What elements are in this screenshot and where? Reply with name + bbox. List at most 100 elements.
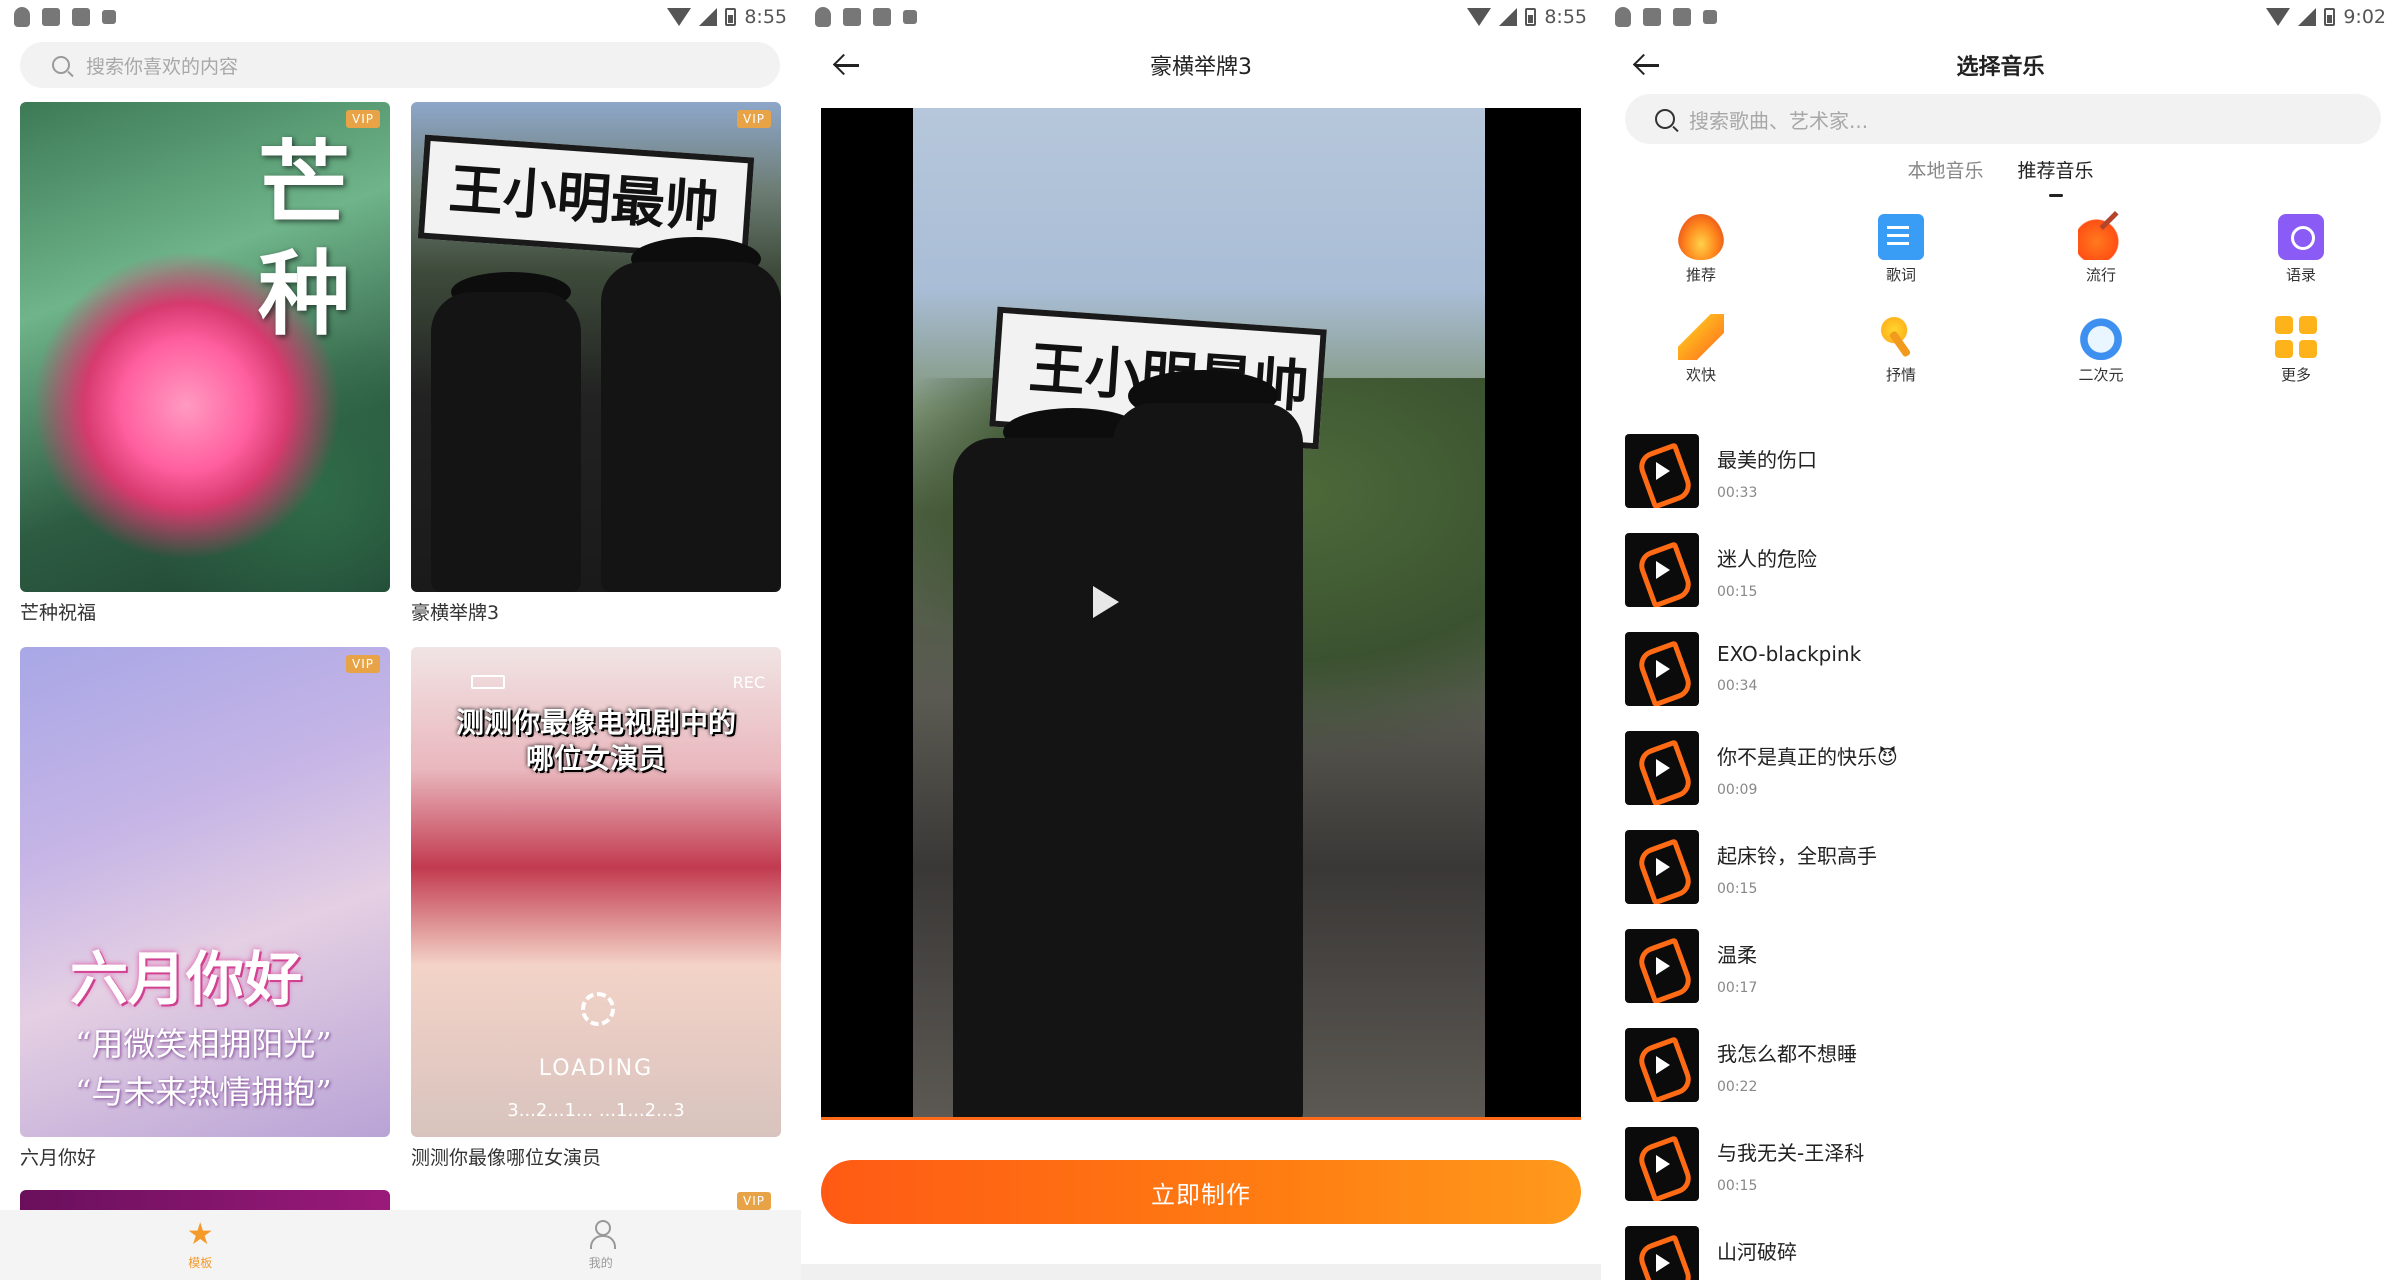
- star-icon: ★: [186, 1216, 214, 1252]
- template-title: 六月你好: [20, 1147, 97, 1169]
- song-row[interactable]: 你不是真正的快乐😈 00:09: [1625, 731, 2385, 830]
- music-search-bar[interactable]: 搜索歌曲、艺术家...: [1625, 94, 2381, 144]
- template-list-screen: 8:55 搜索你喜欢的内容 VIP 芒 种 芒种祝福 VIP 王小明最帅 豪横举…: [0, 0, 801, 1280]
- music-note-icon: [1625, 731, 1699, 805]
- music-note-icon: [1625, 434, 1699, 508]
- wifi-icon: [667, 8, 692, 26]
- music-note-icon: [1625, 1226, 1699, 1280]
- song-name: 温柔: [1717, 943, 1757, 967]
- top-bar: 豪横举牌3: [801, 34, 1601, 96]
- song-name: 最美的伤口: [1717, 448, 1817, 472]
- song-row[interactable]: EXO-blackpink 00:34: [1625, 632, 2385, 731]
- category-recommend[interactable]: 推荐: [1651, 214, 1751, 285]
- song-row[interactable]: 迷人的危险 00:15: [1625, 533, 2385, 632]
- notification-icon: [102, 10, 116, 24]
- back-arrow-icon[interactable]: [1633, 52, 1659, 78]
- microphone-icon: [1878, 314, 1924, 360]
- song-name: 迷人的危险: [1717, 547, 1817, 571]
- template-title: 芒种祝福: [20, 602, 97, 624]
- song-row[interactable]: 山河破碎: [1625, 1226, 2385, 1280]
- song-name: 起床铃，全职高手: [1717, 844, 1877, 868]
- search-icon: [52, 56, 70, 74]
- song-duration: 00:09: [1717, 782, 1758, 798]
- song-duration: 00:17: [1717, 980, 1758, 996]
- tab-mine[interactable]: 我的: [401, 1210, 802, 1280]
- category-label: 流行: [2085, 266, 2116, 284]
- category-anime[interactable]: 二次元: [2051, 314, 2151, 385]
- video-player[interactable]: 王小明最帅: [821, 108, 1581, 1120]
- category-quotes[interactable]: 语录: [2251, 214, 2351, 285]
- battery-icon: [2324, 8, 2336, 26]
- template-card[interactable]: REC 测测你最像电视剧中的 哪位女演员 LOADING 3...2...1..…: [411, 647, 781, 1170]
- template-thumbnail: VIP 六月你好 “用微笑相拥阳光” “与未来热情拥抱”: [20, 647, 390, 1137]
- template-thumbnail: REC 测测你最像电视剧中的 哪位女演员 LOADING 3...2...1..…: [411, 647, 781, 1137]
- tab-label: 模板: [188, 1255, 213, 1270]
- quote-icon: [2278, 214, 2324, 260]
- countdown-text: 3...2...1... ...1...2...3: [507, 1100, 685, 1121]
- template-card[interactable]: VIP 六月你好 “用微笑相拥阳光” “与未来热情拥抱” 六月你好: [20, 647, 390, 1170]
- image-icon: [42, 8, 60, 26]
- category-more[interactable]: 更多: [2246, 314, 2346, 385]
- song-row[interactable]: 起床铃，全职高手 00:15: [1625, 830, 2385, 929]
- video-progress-bar[interactable]: [821, 1117, 1581, 1120]
- category-pop[interactable]: 流行: [2051, 214, 2151, 285]
- lyrics-icon: [1878, 214, 1924, 260]
- song-duration: 00:15: [1717, 881, 1758, 897]
- category-cheerful[interactable]: 欢快: [1651, 314, 1751, 385]
- search-placeholder: 搜索你喜欢的内容: [86, 55, 239, 78]
- make-now-button[interactable]: 立即制作: [821, 1160, 1581, 1224]
- status-time: 8:55: [1544, 6, 1587, 28]
- music-source-tabs: 本地音乐 推荐音乐: [1601, 156, 2400, 197]
- search-icon: [1655, 109, 1675, 129]
- song-name: 山河破碎: [1717, 1240, 1797, 1264]
- search-bar[interactable]: 搜索你喜欢的内容: [20, 42, 780, 88]
- battery-overlay-icon: [471, 675, 505, 689]
- music-note-icon: [1625, 929, 1699, 1003]
- signal-icon: [1499, 8, 1518, 26]
- template-preview-screen: 8:55 豪横举牌3 王小明最帅 立即制作: [801, 0, 1601, 1280]
- song-duration: 00:15: [1717, 1178, 1758, 1194]
- song-row[interactable]: 温柔 00:17: [1625, 929, 2385, 1028]
- song-row[interactable]: 与我无关-王泽科 00:15: [1625, 1127, 2385, 1226]
- android-icon: [14, 7, 30, 27]
- status-bar: 8:55: [801, 0, 1601, 34]
- party-horn-icon: [1678, 314, 1724, 360]
- status-bar: 9:02: [1601, 0, 2400, 34]
- anime-icon: [2078, 314, 2124, 360]
- tab-templates[interactable]: ★ 模板: [0, 1210, 401, 1280]
- back-arrow-icon[interactable]: [833, 52, 859, 78]
- loading-text: LOADING: [538, 1056, 654, 1081]
- music-note-icon: [1625, 533, 1699, 607]
- template-card[interactable]: VIP 芒 种 芒种祝福: [20, 102, 390, 625]
- template-thumbnail: VIP 芒 种: [20, 102, 390, 592]
- template-title: 测测你最像哪位女演员: [411, 1147, 602, 1169]
- category-label: 二次元: [2078, 366, 2124, 384]
- category-label: 更多: [2280, 366, 2311, 384]
- thumbnail-art-text: 种: [258, 240, 351, 348]
- search-placeholder: 搜索歌曲、艺术家...: [1689, 108, 1869, 133]
- status-time: 9:02: [2343, 6, 2386, 28]
- thumbnail-heading-line: 测测你最像电视剧中的: [455, 706, 736, 739]
- song-row[interactable]: 最美的伤口 00:33: [1625, 434, 2385, 533]
- music-note-icon: [1625, 1028, 1699, 1102]
- category-lyrical[interactable]: 抒情: [1851, 314, 1951, 385]
- category-lyrics[interactable]: 歌词: [1851, 214, 1951, 285]
- tab-recommended-music[interactable]: 推荐音乐: [2018, 156, 2094, 197]
- bottom-strip: [801, 1264, 1601, 1280]
- song-duration: 00:33: [1717, 485, 1758, 501]
- play-icon[interactable]: [1093, 586, 1119, 618]
- image-icon: [1643, 8, 1661, 26]
- rec-label: REC: [732, 673, 765, 692]
- song-row[interactable]: 我怎么都不想睡 00:22: [1625, 1028, 2385, 1127]
- battery-icon: [1525, 8, 1537, 26]
- image-icon: [843, 8, 861, 26]
- vip-badge: VIP: [346, 655, 380, 673]
- vip-badge: VIP: [737, 110, 771, 128]
- more-grid-icon: [2273, 314, 2319, 360]
- song-name: 我怎么都不想睡: [1717, 1042, 1857, 1066]
- category-label: 抒情: [1885, 366, 1916, 384]
- template-card[interactable]: VIP 王小明最帅 豪横举牌3: [411, 102, 781, 625]
- thumbnail-art-text: 六月你好: [70, 945, 303, 1013]
- fire-icon: [1678, 214, 1724, 260]
- tab-local-music[interactable]: 本地音乐: [1907, 156, 1983, 197]
